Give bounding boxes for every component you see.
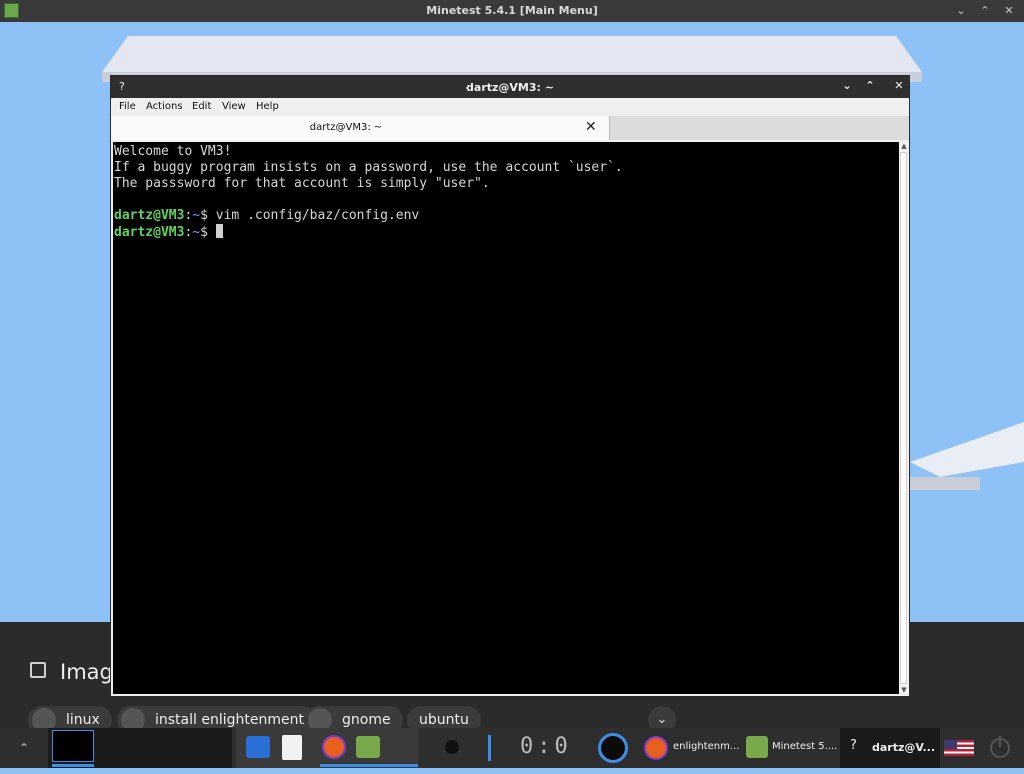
terminal-line: Welcome to VM3! [114,144,232,159]
text-cursor [215,224,223,238]
show-panel-arrow-icon[interactable]: ⌃ [14,728,34,768]
power-icon[interactable] [988,728,1012,768]
launcher-circle-icon[interactable] [598,728,628,768]
help-icon: ? [850,738,857,753]
menu-actions[interactable]: Actions [146,101,183,112]
minetest-close-button[interactable]: ✕ [1000,2,1018,20]
terminal-command-line: dartz@VM3:~$ vim .config/baz/config.env [114,208,419,224]
terminal-title: dartz@VM3: ~ [466,81,554,94]
power-glyph [990,736,1010,758]
terminal-output[interactable]: Welcome to VM3! If a buggy program insis… [113,142,899,694]
task-terminal-active[interactable]: ? dartz@V... [840,728,940,768]
minetest-titlebar: Minetest 5.4.1 [Main Menu] ⌄ ⌃ ✕ [0,0,1024,22]
task-label: dartz@V... [872,741,936,754]
launcher-group [236,728,418,768]
terminal-tabbar: dartz@VM3: ~ ✕ [111,116,909,140]
terminal-line: If a buggy program insists on a password… [114,160,623,175]
terminal-close-button[interactable]: ✕ [891,79,907,92]
microphone-icon[interactable] [440,728,464,768]
prompt-user: dartz@VM3 [114,208,185,223]
image-heading: Imag [60,660,113,684]
task-label: Minetest 5.... [772,741,838,752]
menu-file[interactable]: File [119,101,136,112]
chip-label: ubuntu [419,712,469,728]
volume-slider-icon[interactable] [484,728,496,768]
terminal-command: vim .config/baz/config.env [215,208,420,223]
terminal-window: ? dartz@VM3: ~ ⌄ ⌃ ✕ File Actions Edit V… [110,75,910,697]
desktop-thumbnail-active[interactable] [52,730,94,762]
scroll-down-icon[interactable]: ▼ [900,686,908,694]
running-indicator [320,764,418,767]
task-minetest[interactable]: Minetest 5.... [742,728,840,768]
menu-edit[interactable]: Edit [192,101,211,112]
chip-label: linux [66,712,100,728]
prompt-path: ~ [192,208,201,223]
terminal-tab-label: dartz@VM3: ~ [309,122,383,133]
firefox-launcher-icon[interactable] [322,735,346,759]
minetest-icon [746,736,768,758]
chip-label: install enlightenment [155,712,304,728]
menu-help[interactable]: Help [256,101,279,112]
terminal-menubar: File Actions Edit View Help [111,98,909,116]
menu-view[interactable]: View [222,101,246,112]
task-label: enlightenm... [673,741,740,752]
minetest-minimize-button[interactable]: ⌄ [952,2,970,20]
virtual-desktop-pager[interactable] [48,728,232,768]
image-icon [30,662,46,678]
keyboard-layout-flag-icon[interactable] [944,728,974,768]
file-launcher-icon[interactable] [282,735,302,760]
terminal-titlebar: ? dartz@VM3: ~ ⌄ ⌃ ✕ [111,76,909,98]
terminal-line: The passsword for that account is simply… [114,176,490,191]
chip-label: gnome [342,712,391,728]
terminal-prompt-line: dartz@VM3:~$ [114,224,223,241]
us-flag-icon [944,740,974,756]
taskbar: ⌃ 0:0 enlightenm... Minetest 5.... ? dar… [0,728,1024,768]
minetest-maximize-button[interactable]: ⌃ [976,2,994,20]
task-firefox[interactable]: enlightenm... [640,728,740,768]
firefox-icon [644,736,668,760]
prompt-dollar: $ [200,208,216,223]
minetest-window-title: Minetest 5.4.1 [Main Menu] [426,4,598,17]
terminal-scrollbar[interactable]: ▲ ▼ [899,142,909,694]
terminal-tab[interactable]: dartz@VM3: ~ ✕ [111,116,610,140]
tab-close-icon[interactable]: ✕ [585,119,597,135]
scrollbar-thumb[interactable] [900,152,907,684]
minetest-launcher-icon[interactable] [356,736,380,758]
terminal-minimize-button[interactable]: ⌄ [839,79,855,92]
prompt-path: ~ [192,225,201,240]
scroll-up-icon[interactable]: ▲ [900,142,908,150]
prompt-user: dartz@VM3 [114,225,185,240]
terminal-maximize-button[interactable]: ⌃ [862,79,878,92]
active-indicator [52,764,94,767]
browser-launcher-icon[interactable] [246,736,270,758]
prompt-dollar: $ [200,225,216,240]
clock[interactable]: 0:0 [520,734,572,774]
